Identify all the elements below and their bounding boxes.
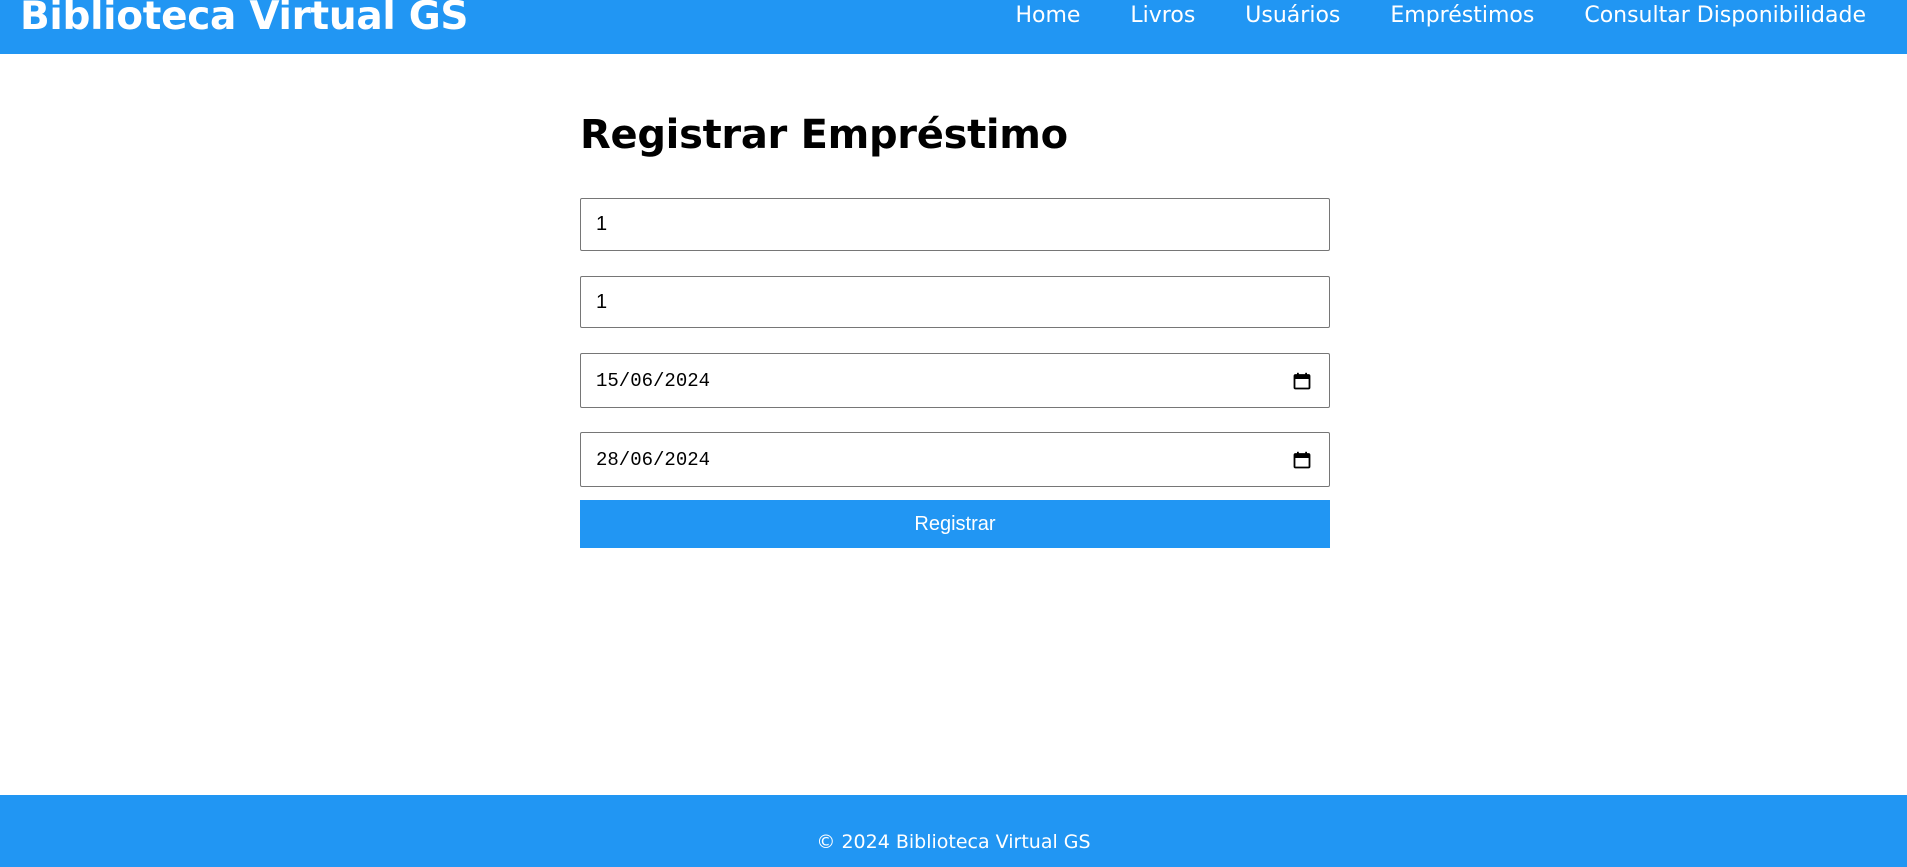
nav-link-consultar-disponibilidade[interactable]: Consultar Disponibilidade [1584,2,1866,30]
nav-link-emprestimos[interactable]: Empréstimos [1390,2,1534,30]
loan-form-section: Registrar Empréstimo 1 1 15/06/2024 28/0… [580,110,1330,548]
nav-link-livros[interactable]: Livros [1130,2,1195,30]
usuario-id-input[interactable]: 1 [580,276,1330,328]
nav-link-usuarios[interactable]: Usuários [1245,2,1340,30]
data-devolucao-input[interactable]: 28/06/2024 [580,432,1330,487]
site-footer: © 2024 Biblioteca Virtual GS [0,795,1907,867]
footer-copyright: © 2024 Biblioteca Virtual GS [816,831,1091,853]
site-brand[interactable]: Biblioteca Virtual GS [20,0,469,40]
data-devolucao-value: 28/06/2024 [596,448,711,471]
main-nav: Home Livros Usuários Empréstimos Consult… [1015,2,1866,30]
calendar-icon[interactable] [1293,372,1311,390]
nav-link-home[interactable]: Home [1015,2,1080,30]
usuario-id-value: 1 [596,290,608,313]
livro-id-value: 1 [596,213,608,235]
livro-id-input[interactable]: 1 [580,198,1330,251]
page-title: Registrar Empréstimo [580,112,1068,158]
site-header: Biblioteca Virtual GS Home Livros Usuári… [0,0,1907,54]
data-emprestimo-input[interactable]: 15/06/2024 [580,353,1330,408]
calendar-icon[interactable] [1293,451,1311,469]
registrar-button[interactable]: Registrar [580,500,1330,548]
data-emprestimo-value: 15/06/2024 [596,369,711,392]
